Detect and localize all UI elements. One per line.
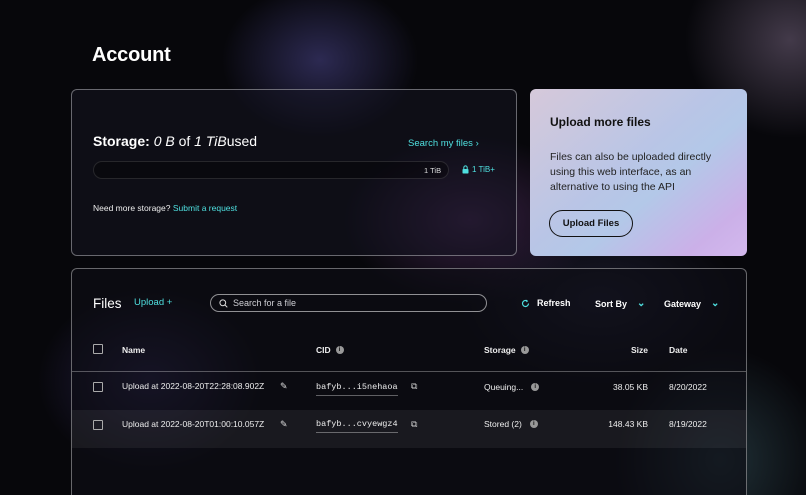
storage-label: Storage: — [93, 133, 150, 149]
search-my-files-label: Search my files — [408, 138, 473, 149]
refresh-label: Refresh — [537, 298, 571, 308]
chevron-down-icon: ⌄ — [711, 298, 720, 309]
gateway-label: Gateway — [664, 298, 702, 309]
column-header-size-label: Size — [630, 345, 648, 355]
need-more-storage: Need more storage? Submit a request — [93, 203, 237, 213]
file-size: 148.43 KB — [608, 419, 648, 429]
storage-cap-label: 1 TiB — [424, 166, 442, 175]
file-date: 8/19/2022 — [669, 419, 707, 429]
files-title: Files — [93, 296, 122, 311]
select-all-checkbox[interactable] — [93, 344, 103, 354]
file-size: 38.05 KB — [613, 382, 648, 392]
chevron-right-icon: › — [475, 138, 479, 149]
storage-summary: Storage: 0 B of 1 TiBused — [93, 133, 257, 149]
storage-total-value: 1 TiB — [194, 133, 227, 149]
submit-request-link[interactable]: Submit a request — [173, 203, 237, 213]
file-date: 8/20/2022 — [669, 382, 707, 392]
file-name: Upload at 2022-08-20T01:00:10.057Z — [122, 419, 265, 429]
files-panel: Files Upload + Refresh Sort By ⌄ Gateway… — [71, 268, 747, 495]
column-header-date-label: Date — [669, 345, 688, 355]
info-icon[interactable]: i — [529, 420, 538, 428]
column-header-cid-label: CID — [316, 345, 331, 355]
info-icon[interactable]: i — [335, 346, 344, 354]
file-storage-status: Stored (2) i — [484, 419, 538, 429]
upload-card: Upload more files Files can also be uplo… — [530, 89, 747, 256]
file-storage-status-text: Stored (2) — [484, 419, 522, 429]
storage-used-suffix: used — [226, 133, 258, 149]
refresh-icon — [521, 299, 530, 307]
upload-files-button[interactable]: Upload Files — [549, 210, 633, 237]
column-header-name-label: Name — [122, 345, 146, 355]
copy-icon[interactable]: ⧉ — [411, 381, 417, 392]
upload-card-title: Upload more files — [550, 115, 651, 129]
file-cid[interactable]: bafyb...i5nehaoa — [316, 382, 398, 396]
chevron-down-icon: ⌄ — [637, 298, 646, 309]
column-header-storage-label: Storage — [484, 345, 516, 355]
file-name: Upload at 2022-08-20T22:28:08.902Z — [122, 381, 265, 391]
file-search-box[interactable] — [210, 294, 487, 312]
storage-progress-bar — [93, 161, 449, 179]
column-header-date[interactable]: Date — [669, 345, 687, 355]
refresh-button[interactable]: Refresh — [521, 298, 571, 308]
info-icon[interactable]: i — [531, 383, 540, 391]
lock-icon — [462, 165, 469, 174]
table-row[interactable]: Upload at 2022-08-20T22:28:08.902Z ✎ baf… — [72, 372, 746, 410]
file-search-input[interactable] — [233, 298, 473, 308]
column-header-cid[interactable]: CID i — [316, 345, 344, 355]
file-storage-status-text: Queuing... — [484, 382, 524, 392]
upload-link[interactable]: Upload + — [134, 297, 172, 308]
search-my-files-link[interactable]: Search my files › — [408, 138, 479, 149]
storage-used-value: 0 B — [153, 133, 175, 149]
upload-card-description: Files can also be uploaded directly usin… — [550, 151, 712, 193]
row-checkbox[interactable] — [93, 382, 103, 392]
pencil-icon[interactable]: ✎ — [280, 381, 288, 392]
storage-card: Storage: 0 B of 1 TiBused Search my file… — [71, 89, 517, 256]
table-row[interactable]: Upload at 2022-08-20T01:00:10.057Z ✎ baf… — [72, 410, 746, 448]
page-title: Account — [92, 44, 171, 66]
info-icon[interactable]: i — [520, 346, 529, 354]
storage-upgrade-label[interactable]: 1 TiB+ — [462, 165, 495, 174]
need-more-text: Need more storage? — [93, 203, 171, 213]
copy-icon[interactable]: ⧉ — [411, 419, 417, 430]
column-header-storage[interactable]: Storage i — [484, 345, 529, 355]
file-cid[interactable]: bafyb...cvyewgz4 — [316, 419, 398, 433]
row-checkbox[interactable] — [93, 420, 103, 430]
storage-of-text: of — [178, 133, 191, 149]
column-header-name[interactable]: Name — [122, 345, 145, 355]
search-icon — [219, 298, 228, 308]
storage-upgrade-text: 1 TiB+ — [472, 165, 495, 174]
file-storage-status: Queuing... i — [484, 382, 540, 392]
gateway-dropdown[interactable]: Gateway ⌄ — [664, 298, 719, 309]
column-header-size[interactable]: Size — [572, 345, 648, 355]
sort-by-label: Sort By — [595, 298, 628, 309]
sort-by-dropdown[interactable]: Sort By ⌄ — [595, 298, 645, 309]
pencil-icon[interactable]: ✎ — [280, 419, 288, 430]
